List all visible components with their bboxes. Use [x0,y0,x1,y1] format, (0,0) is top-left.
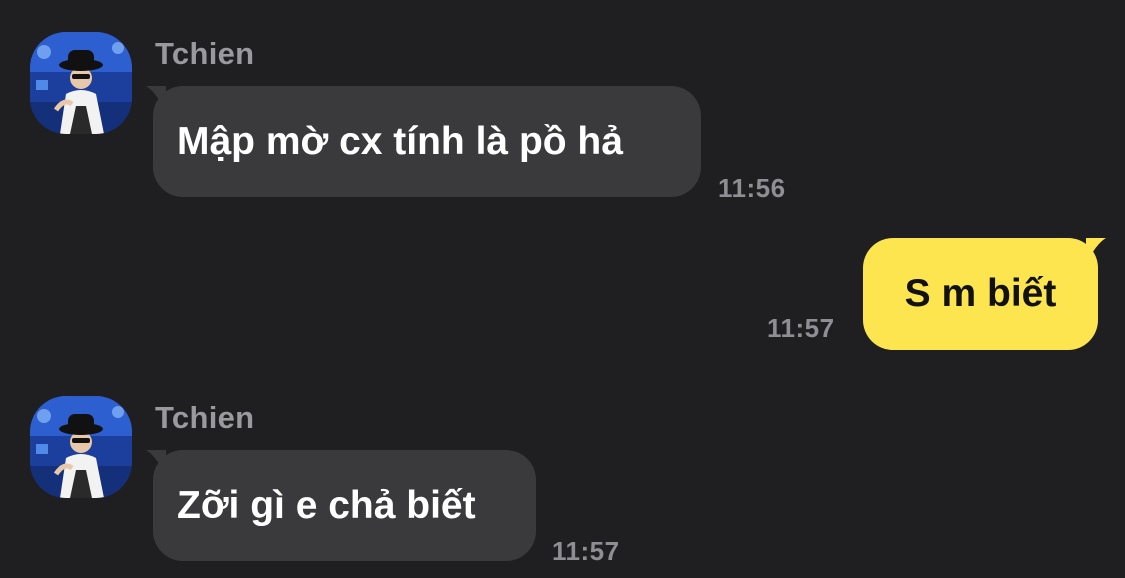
bubble-tail [1086,238,1106,264]
sender-name: Tchien [155,400,255,435]
message-bubble[interactable]: Zỡi gì e chả biết [153,450,536,561]
message-timestamp: 11:57 [552,536,620,566]
message-text: Mập mờ cx tính là pồ hả [177,119,623,163]
message-text: S m biết [904,272,1057,315]
message-bubble[interactable]: S m biết [863,238,1098,350]
avatar[interactable] [30,32,132,134]
message-timestamp: 11:56 [718,173,786,203]
avatar-image [30,32,132,134]
chat-conversation: Tchien Mập mờ cx tính là pồ hả 11:56 11:… [0,0,1125,578]
message-text: Zỡi gì e chả biết [177,483,476,527]
avatar-image [30,396,132,498]
message-bubble[interactable]: Mập mờ cx tính là pồ hả [153,86,701,197]
avatar[interactable] [30,396,132,498]
sender-name: Tchien [155,36,255,71]
message-timestamp: 11:57 [767,313,835,343]
